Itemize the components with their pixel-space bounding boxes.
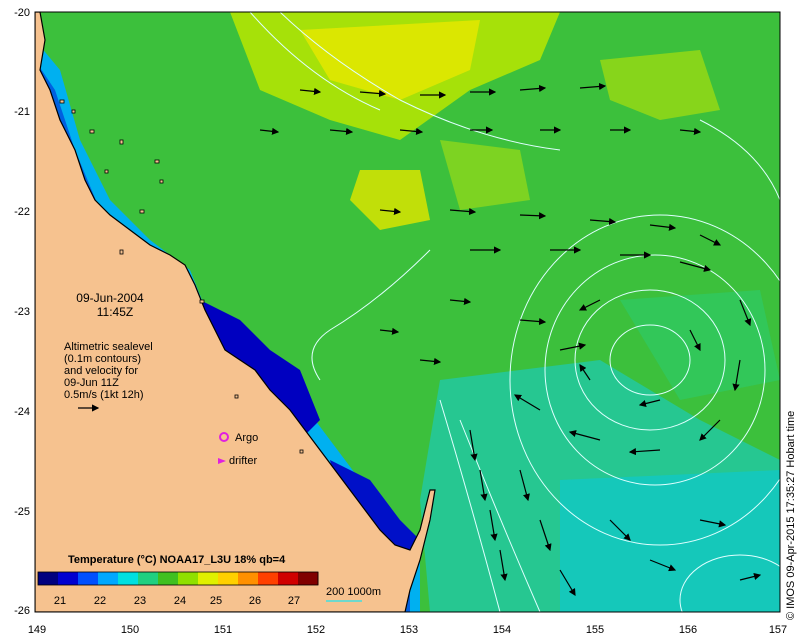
colorbar-swatch bbox=[238, 572, 259, 585]
x-tick-label: 149 bbox=[28, 624, 46, 636]
credit-text: © IMOS 09-Apr-2015 17:35:27 Hobart time bbox=[785, 411, 797, 620]
colorbar-label: 23 bbox=[134, 595, 146, 607]
y-tick-label: -23 bbox=[14, 306, 30, 318]
colorbar-swatch bbox=[298, 572, 319, 585]
x-axis: 149 150 151 152 153 154 155 156 157 bbox=[28, 624, 787, 636]
colorbar-swatch bbox=[138, 572, 159, 585]
colorbar-swatch bbox=[58, 572, 79, 585]
colorbar-label: 27 bbox=[288, 595, 300, 607]
colorbar-label: 26 bbox=[249, 595, 261, 607]
x-tick-label: 156 bbox=[679, 624, 697, 636]
y-tick-label: -20 bbox=[14, 7, 30, 19]
y-tick-label: -26 bbox=[14, 605, 30, 617]
colorbar-swatch bbox=[118, 572, 139, 585]
date-label: 09-Jun-2004 bbox=[76, 291, 144, 305]
colorbar-swatch bbox=[258, 572, 279, 585]
y-tick-label: -25 bbox=[14, 506, 30, 518]
colorbar-swatches bbox=[38, 572, 319, 585]
altimetry-line: Altimetric sealevel bbox=[64, 341, 153, 353]
colorbar-label: 21 bbox=[54, 595, 66, 607]
colorbar-swatch bbox=[278, 572, 299, 585]
colorbar-swatch bbox=[198, 572, 219, 585]
x-tick-label: 153 bbox=[400, 624, 418, 636]
colorbar-swatch bbox=[158, 572, 179, 585]
altimetry-line: and velocity for bbox=[64, 365, 138, 377]
x-tick-label: 155 bbox=[586, 624, 604, 636]
x-tick-label: 151 bbox=[214, 624, 232, 636]
y-axis: -20 -21 -22 -23 -24 -25 -26 bbox=[14, 7, 30, 617]
x-tick-label: 154 bbox=[493, 624, 511, 636]
colorbar-label: 25 bbox=[210, 595, 222, 607]
x-tick-label: 150 bbox=[121, 624, 139, 636]
time-label: 11:45Z bbox=[97, 305, 133, 319]
altimetry-line: 0.5m/s (1kt 12h) bbox=[64, 389, 143, 401]
map-plot-area bbox=[35, 12, 780, 612]
x-tick-label: 157 bbox=[769, 624, 787, 636]
y-tick-label: -24 bbox=[14, 406, 30, 418]
altimetry-line: 09-Jun 11Z bbox=[64, 377, 119, 389]
x-tick-label: 152 bbox=[307, 624, 325, 636]
colorbar-title: Temperature (°C) NOAA17_L3U 18% qb=4 bbox=[68, 554, 286, 566]
altimetry-line: (0.1m contours) bbox=[64, 353, 141, 365]
y-tick-label: -21 bbox=[14, 106, 30, 118]
drifter-label: drifter bbox=[229, 455, 257, 467]
colorbar-swatch bbox=[178, 572, 199, 585]
sst-map: 149 150 151 152 153 154 155 156 157 -20 … bbox=[14, 7, 797, 636]
argo-label: Argo bbox=[235, 432, 258, 444]
colorbar-label: 24 bbox=[174, 595, 186, 607]
colorbar-label: 22 bbox=[94, 595, 106, 607]
colorbar-swatch bbox=[78, 572, 99, 585]
colorbar-swatch bbox=[38, 572, 59, 585]
colorbar-swatch bbox=[98, 572, 119, 585]
colorbar-swatch bbox=[218, 572, 239, 585]
y-tick-label: -22 bbox=[14, 206, 30, 218]
bathymetry-label: 200 1000m bbox=[326, 586, 381, 598]
